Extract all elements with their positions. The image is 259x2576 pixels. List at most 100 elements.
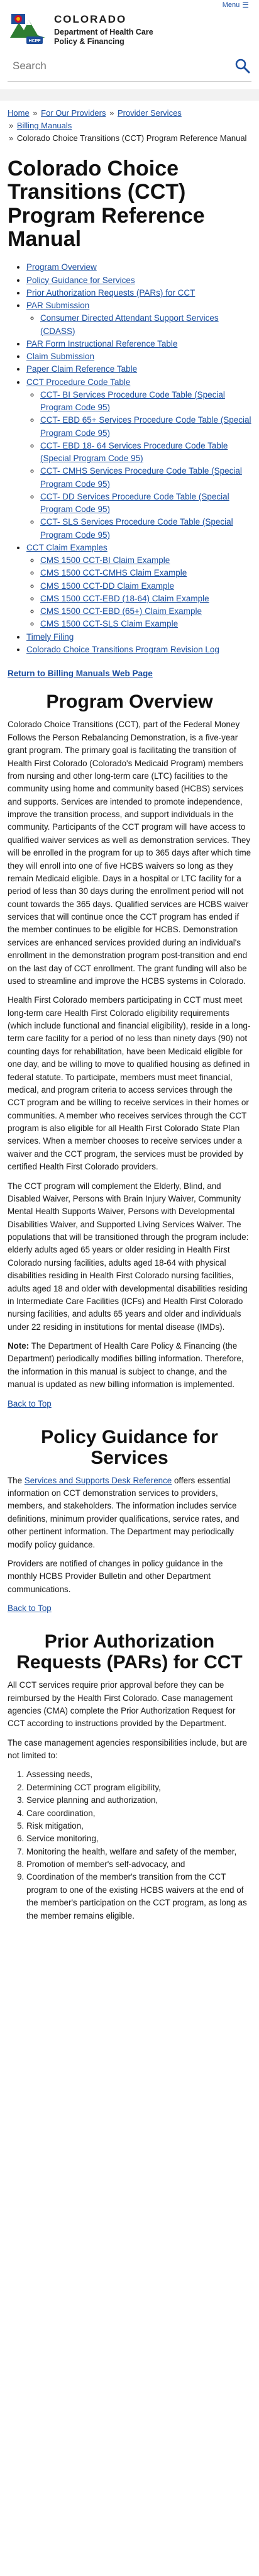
section-heading-program-overview: Program Overview xyxy=(46,691,213,713)
toc-link-example-sls[interactable]: CMS 1500 CCT-SLS Claim Example xyxy=(40,619,178,628)
menu-label: Menu xyxy=(222,1,240,9)
menu-button[interactable]: Menu ☰ xyxy=(223,0,249,11)
toc-link-cdass[interactable]: Consumer Directed Attendant Support Serv… xyxy=(40,313,219,335)
list-item: Service planning and authorization, xyxy=(26,1794,251,1807)
toc-subitem: CCT- CMHS Services Procedure Code Table … xyxy=(40,465,251,491)
brand-dept-line2: Policy & Financing xyxy=(54,36,124,46)
toc-item: Policy Guidance for Services xyxy=(26,274,251,287)
back-to-top-link[interactable]: Back to Top xyxy=(8,1399,52,1408)
toc-subitem: CMS 1500 CCT-SLS Claim Example xyxy=(40,618,251,630)
list-item: Determining CCT program eligibility, xyxy=(26,1781,251,1794)
list-item: Assessing needs, xyxy=(26,1768,251,1781)
toc-link-revision-log[interactable]: Colorado Choice Transitions Program Revi… xyxy=(26,645,219,654)
toc-subitem: CMS 1500 CCT-EBD (65+) Claim Example xyxy=(40,605,251,618)
list-item: Promotion of member's self-advocacy, and xyxy=(26,1858,251,1871)
site-header: HCPF COLORADO Department of Health Care … xyxy=(0,9,259,52)
toc-item: Colorado Choice Transitions Program Revi… xyxy=(26,644,251,656)
toc-subitem: CCT- BI Services Procedure Code Table (S… xyxy=(40,389,251,415)
toc-link-claim-submission[interactable]: Claim Submission xyxy=(26,352,94,361)
policy-p1-post: offers essential information on CCT demo… xyxy=(8,1475,240,1549)
toc-item: PAR Form Instructional Reference Table xyxy=(26,338,251,350)
toc-link-procedure-dd[interactable]: CCT- DD Services Procedure Code Table (S… xyxy=(40,492,229,514)
overview-paragraph-2: Health First Colorado members participat… xyxy=(8,995,251,1172)
breadcrumb-separator: » xyxy=(9,133,16,143)
toc-item: CCT Claim Examples CMS 1500 CCT-BI Claim… xyxy=(26,542,251,631)
toc-link-example-dd[interactable]: CMS 1500 CCT-DD Claim Example xyxy=(40,581,174,591)
par-paragraph-1: All CCT services require prior approval … xyxy=(8,1680,236,1729)
breadcrumb-separator: » xyxy=(9,120,16,130)
toc-subitem: CCT- EBD 65+ Services Procedure Code Tab… xyxy=(40,414,251,440)
page-title: Colorado Choice Transitions (CCT) Progra… xyxy=(8,156,205,252)
overview-paragraph-3: The CCT program will complement the Elde… xyxy=(8,1181,249,1332)
breadcrumb-separator: » xyxy=(107,108,116,118)
toc-subitem: CMS 1500 CCT-CMHS Claim Example xyxy=(40,567,251,579)
toc-link-par-submission[interactable]: PAR Submission xyxy=(26,301,89,310)
toc-link-procedure-ebd-18-64[interactable]: CCT- EBD 18- 64 Services Procedure Code … xyxy=(40,441,228,463)
toc-link-example-bi[interactable]: CMS 1500 CCT-BI Claim Example xyxy=(40,555,170,565)
back-to-top-wrap: Back to Top xyxy=(0,1602,259,1624)
overview-note: Note: The Department of Health Care Poli… xyxy=(0,1340,259,1398)
toc-item: Prior Authorization Requests (PARs) for … xyxy=(26,287,251,299)
toc-item: Paper Claim Reference Table xyxy=(26,363,251,376)
toc-link-policy-guidance[interactable]: Policy Guidance for Services xyxy=(26,276,135,285)
toc-link-par-form[interactable]: PAR Form Instructional Reference Table xyxy=(26,339,177,348)
search-input[interactable] xyxy=(8,60,234,72)
list-item: Care coordination, xyxy=(26,1807,251,1820)
search-icon[interactable] xyxy=(234,57,251,75)
toc-item: Claim Submission xyxy=(26,350,251,363)
breadcrumb-for-our-providers[interactable]: For Our Providers xyxy=(41,108,106,118)
toc-item: Program Overview xyxy=(26,261,251,274)
section-heading-policy-guidance: Policy Guidance for Services xyxy=(41,1426,218,1468)
toc-link-prior-auth[interactable]: Prior Authorization Requests (PARs) for … xyxy=(26,288,195,298)
toc-link-procedure-ebd-65[interactable]: CCT- EBD 65+ Services Procedure Code Tab… xyxy=(40,415,251,437)
breadcrumb-provider-services[interactable]: Provider Services xyxy=(118,108,182,118)
note-text: The Department of Health Care Policy & F… xyxy=(8,1341,244,1390)
toc-link-procedure-sls[interactable]: CCT- SLS Services Procedure Code Table (… xyxy=(40,517,233,539)
list-item: Monitoring the health, welfare and safet… xyxy=(26,1846,251,1858)
return-to-billing-manuals-link[interactable]: Return to Billing Manuals Web Page xyxy=(8,669,153,678)
toc-link-timely-filing[interactable]: Timely Filing xyxy=(26,632,74,642)
policy-paragraph-2: Providers are notified of changes in pol… xyxy=(8,1558,223,1594)
toc-subitem: CCT- SLS Services Procedure Code Table (… xyxy=(40,516,251,542)
brand-text: COLORADO Department of Health Care Polic… xyxy=(54,11,153,47)
breadcrumb-billing-manuals[interactable]: Billing Manuals xyxy=(17,121,72,130)
colorado-logo[interactable]: HCPF xyxy=(8,12,48,45)
toc-subitem: CMS 1500 CCT-DD Claim Example xyxy=(40,580,251,593)
breadcrumb-current: Colorado Choice Transitions (CCT) Progra… xyxy=(16,133,247,143)
toc-link-paper-claim[interactable]: Paper Claim Reference Table xyxy=(26,364,137,374)
breadcrumb: Home » For Our Providers » Provider Serv… xyxy=(0,101,259,148)
toc-item: CCT Procedure Code Table CCT- BI Service… xyxy=(26,376,251,542)
toc-link-procedure-bi[interactable]: CCT- BI Services Procedure Code Table (S… xyxy=(40,390,225,412)
toc-link-example-ebd-18-64[interactable]: CMS 1500 CCT-EBD (18-64) Claim Example xyxy=(40,594,209,603)
toc-link-cct-procedure[interactable]: CCT Procedure Code Table xyxy=(26,377,130,387)
toc-item: Timely Filing xyxy=(26,631,251,644)
return-link-wrap: Return to Billing Manuals Web Page xyxy=(0,661,259,684)
toc-subitem: CCT- DD Services Procedure Code Table (S… xyxy=(40,491,251,516)
policy-p1-pre: The xyxy=(8,1475,25,1485)
par-paragraph-2: The case management agencies responsibil… xyxy=(8,1737,248,1761)
toc-link-procedure-cmhs[interactable]: CCT- CMHS Services Procedure Code Table … xyxy=(40,466,242,488)
brand-dept-line1: Department of Health Care xyxy=(54,27,153,36)
toc-link-program-overview[interactable]: Program Overview xyxy=(26,262,97,272)
table-of-contents: Program Overview Policy Guidance for Ser… xyxy=(0,259,259,661)
toc-subitem: CMS 1500 CCT-EBD (18-64) Claim Example xyxy=(40,593,251,605)
back-to-top-link[interactable]: Back to Top xyxy=(8,1603,52,1613)
breadcrumb-home[interactable]: Home xyxy=(8,108,30,118)
section-heading-prior-auth: Prior Authorization Requests (PARs) for … xyxy=(16,1631,243,1673)
section-divider xyxy=(0,89,259,101)
toc-subitem: CMS 1500 CCT-BI Claim Example xyxy=(40,554,251,567)
list-item: Risk mitigation, xyxy=(26,1820,251,1832)
cma-responsibilities-list: Assessing needs, Determining CCT program… xyxy=(0,1768,259,1922)
svg-text:HCPF: HCPF xyxy=(28,39,41,43)
toc-link-example-ebd-65[interactable]: CMS 1500 CCT-EBD (65+) Claim Example xyxy=(40,606,202,616)
toc-subitem: CCT- EBD 18- 64 Services Procedure Code … xyxy=(40,440,251,466)
toc-link-claim-examples[interactable]: CCT Claim Examples xyxy=(26,543,107,552)
hamburger-icon: ☰ xyxy=(242,1,249,9)
services-supports-desk-reference-link[interactable]: Services and Supports Desk Reference xyxy=(25,1476,172,1485)
back-to-top-wrap: Back to Top xyxy=(0,1398,259,1419)
brand-state: COLORADO xyxy=(54,13,127,25)
search-bar xyxy=(8,52,251,82)
toc-link-example-cmhs[interactable]: CMS 1500 CCT-CMHS Claim Example xyxy=(40,568,187,577)
list-item: Coordination of the member's transition … xyxy=(26,1871,251,1922)
top-bar: Menu ☰ xyxy=(0,0,259,9)
